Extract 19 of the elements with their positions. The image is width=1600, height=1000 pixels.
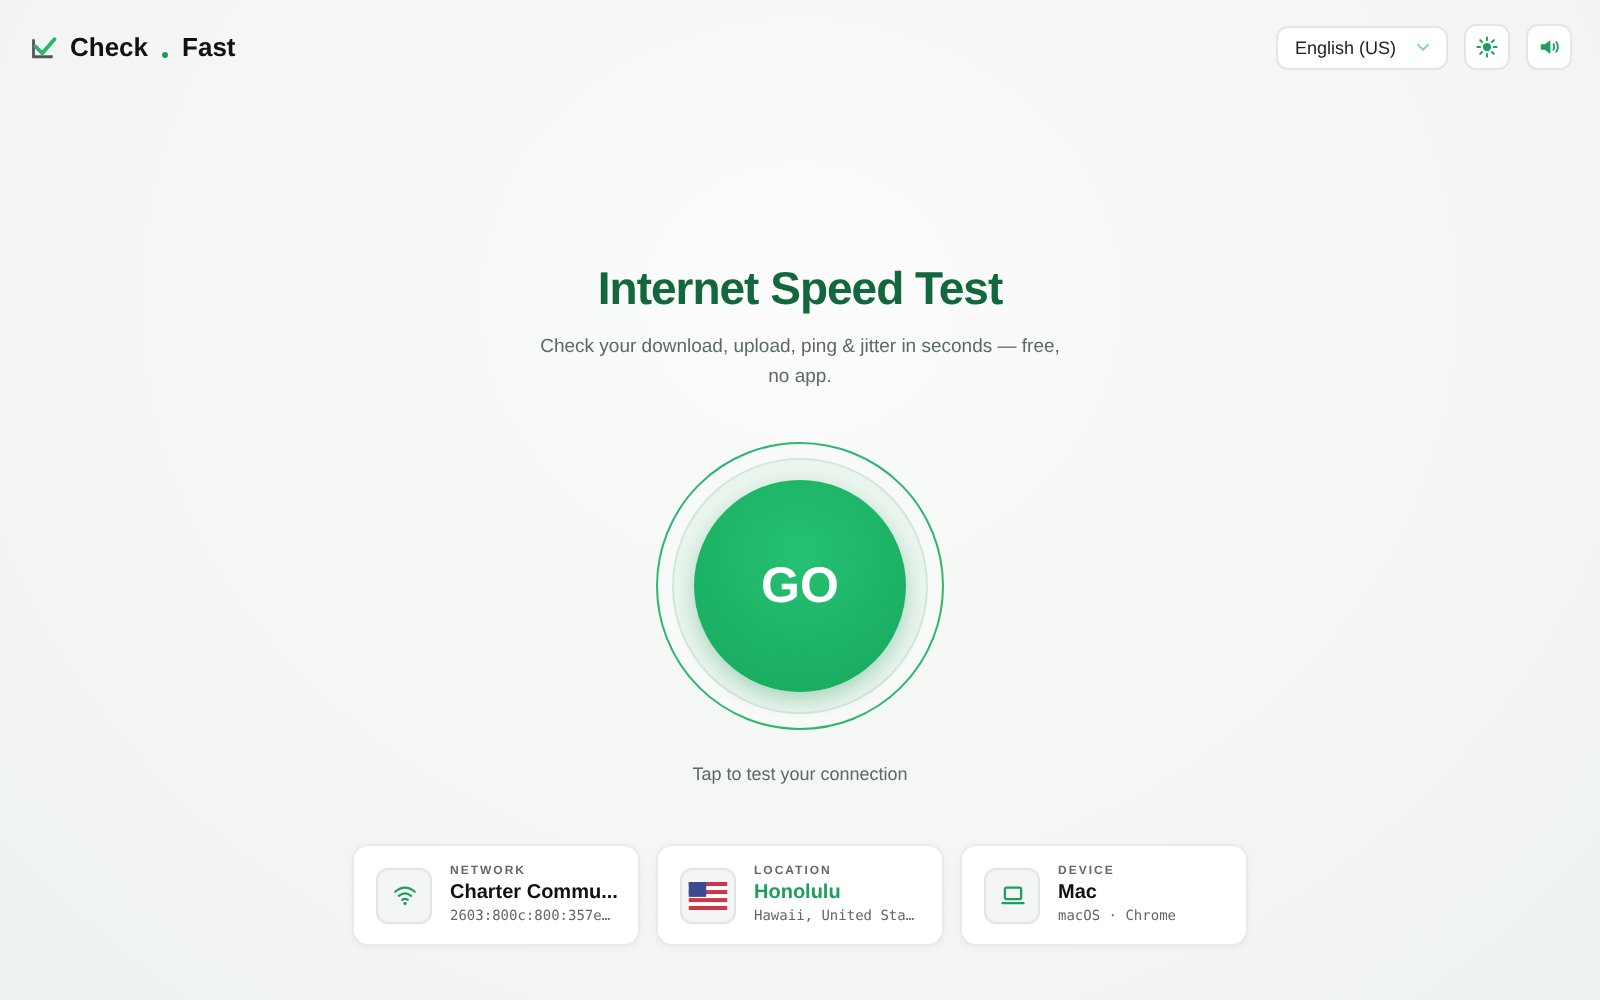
chevron-icon bbox=[1416, 42, 1430, 52]
logo-text: Fast bbox=[182, 32, 236, 62]
hint-text: Tap to test your connection bbox=[692, 764, 908, 784]
sound-button[interactable] bbox=[1526, 24, 1572, 70]
card-value: Charter Commu... bbox=[450, 882, 616, 904]
card-value: Mac bbox=[1058, 882, 1099, 904]
laptop-icon bbox=[999, 882, 1025, 908]
sun-icon bbox=[1476, 36, 1498, 58]
subtitle: Check your download, upload, ping & jitter in seconds — free, no app. bbox=[538, 334, 1062, 392]
page-title: Internet Speed Test bbox=[597, 262, 1003, 316]
theme-button[interactable] bbox=[1464, 24, 1510, 70]
flag-icon bbox=[688, 881, 728, 909]
dot-icon bbox=[162, 52, 169, 58]
language-select[interactable]: English (US) bbox=[1276, 25, 1448, 69]
card-value: Honolulu bbox=[754, 882, 843, 904]
logo-text: Check bbox=[70, 32, 149, 62]
check-icon bbox=[30, 33, 58, 61]
wifi-icon bbox=[391, 882, 417, 908]
speaker-icon bbox=[1538, 36, 1560, 58]
